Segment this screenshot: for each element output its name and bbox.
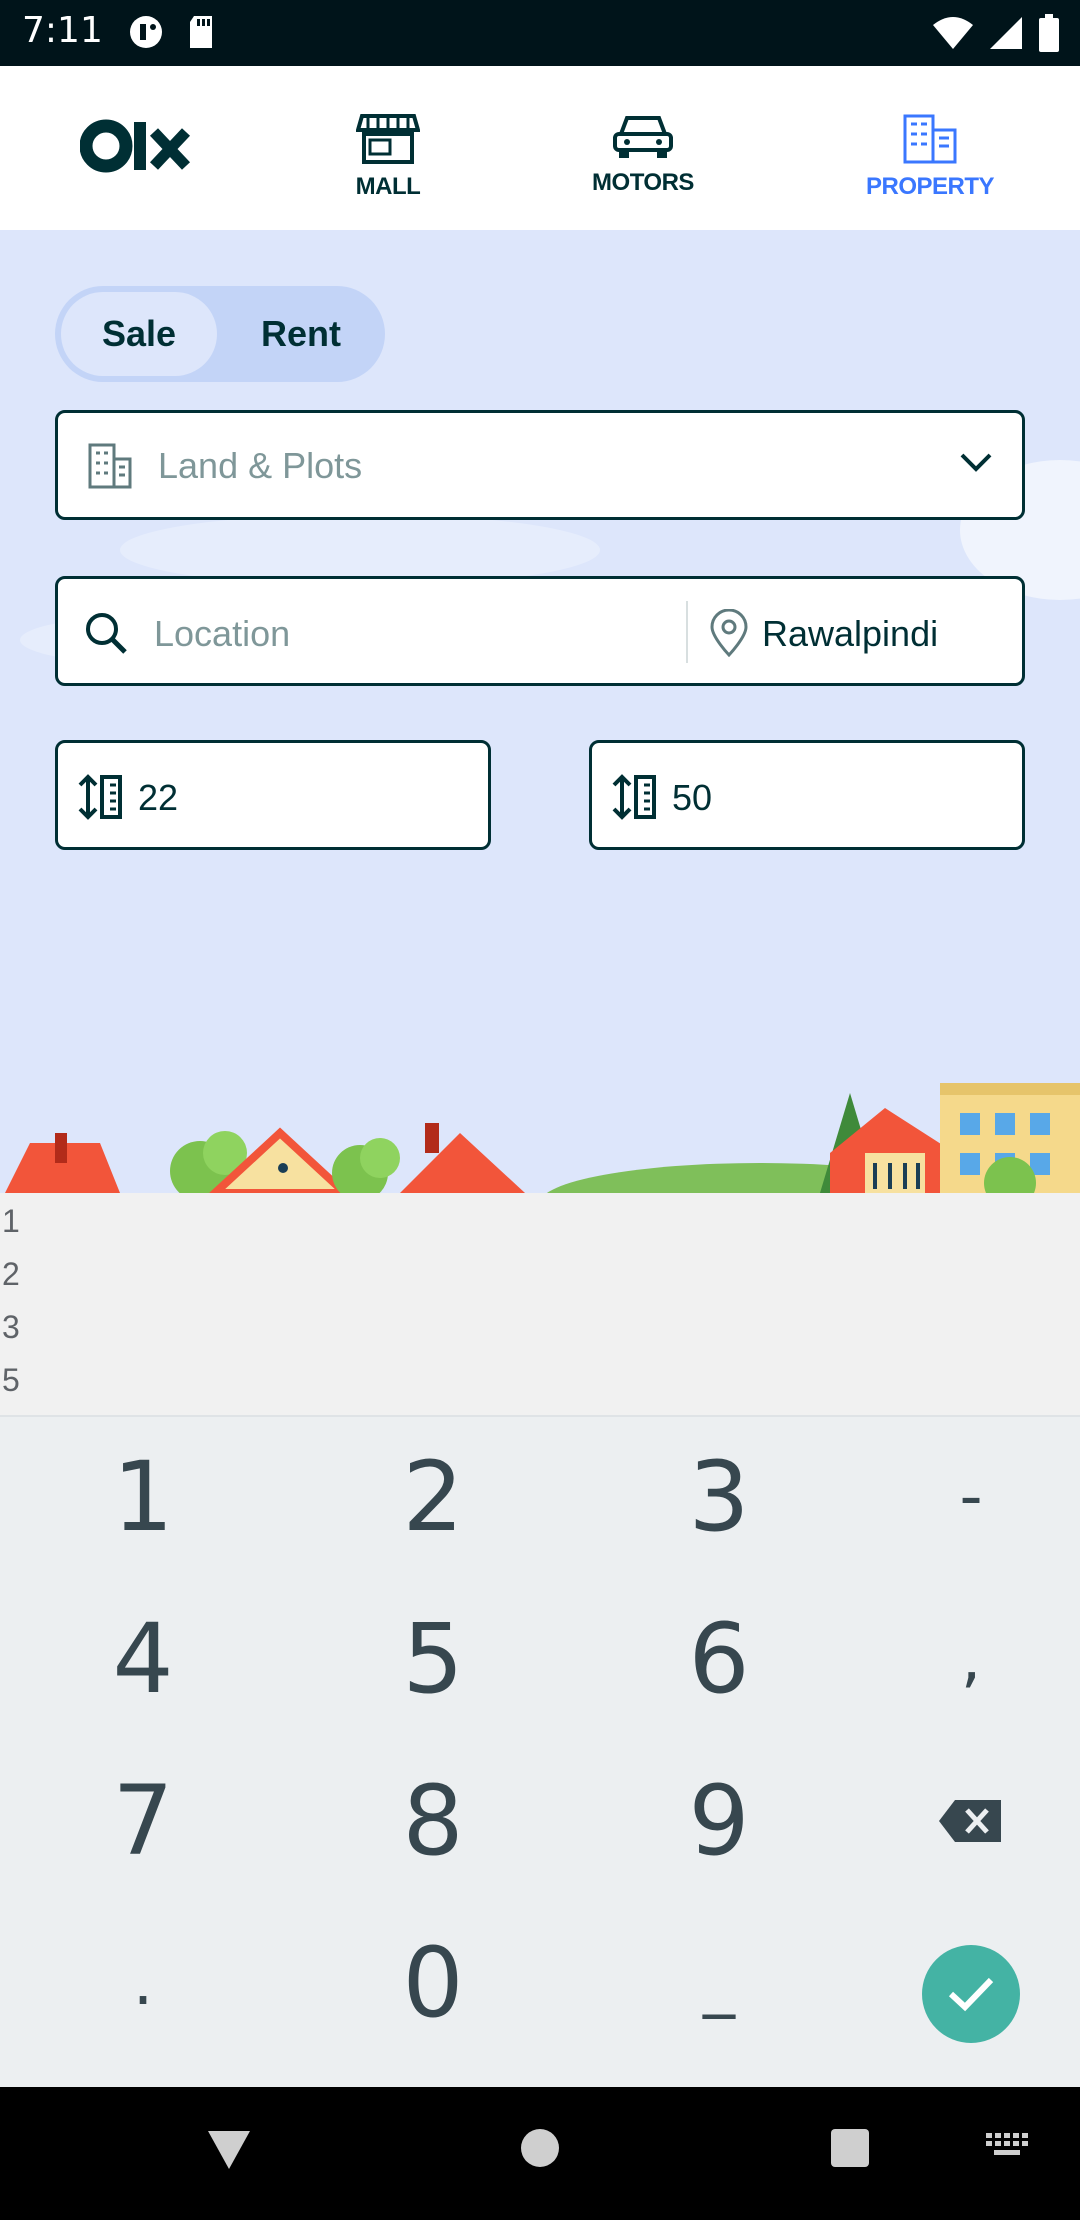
nav-label-motors: MOTORS (592, 169, 694, 196)
key-6[interactable]: 6 (584, 1579, 854, 1739)
area-range-icon (78, 774, 122, 820)
key-9[interactable]: 9 (584, 1741, 854, 1901)
system-navigation-bar (0, 2087, 1080, 2220)
car-icon (613, 116, 673, 158)
property-search-panel: Sale Rent Land & Plots Location Rawalpin… (0, 230, 1080, 1193)
done-key[interactable] (922, 1945, 1020, 2043)
nav-label-mall: MALL (355, 173, 421, 200)
suggestion-item[interactable]: 2 (2, 1256, 20, 1293)
area-range-icon (612, 774, 656, 820)
location-search-field: Location Rawalpindi (55, 576, 1025, 686)
area-max-value: 50 (672, 777, 713, 818)
key-1[interactable]: 1 (8, 1417, 278, 1577)
home-icon[interactable] (519, 2127, 561, 2169)
area-min-value: 22 (138, 777, 179, 818)
key-0[interactable]: 0 (298, 1903, 568, 2063)
chevron-down-icon (960, 453, 992, 472)
key-3[interactable]: 3 (584, 1417, 854, 1577)
category-value: Land & Plots (158, 445, 363, 486)
key-4[interactable]: 4 (8, 1579, 278, 1739)
key-comma[interactable]: , (836, 1579, 1080, 1739)
building-icon (88, 443, 132, 489)
city-selector[interactable]: Rawalpindi (762, 613, 938, 655)
status-bar: 7:11 (0, 0, 1080, 66)
key-5[interactable]: 5 (298, 1579, 568, 1739)
area-min-input[interactable]: 22 (55, 740, 491, 850)
key-8[interactable]: 8 (298, 1741, 568, 1901)
battery-icon (1039, 14, 1059, 52)
keyboard-switch-icon[interactable] (984, 2131, 1030, 2161)
category-dropdown[interactable]: Land & Plots (55, 410, 1025, 520)
sd-card-icon (190, 16, 212, 48)
purpose-toggle: Sale Rent (55, 286, 385, 382)
nav-item-property[interactable]: PROPERTY (860, 112, 1000, 201)
key-2[interactable]: 2 (298, 1417, 568, 1577)
recents-icon[interactable] (829, 2127, 871, 2169)
key-7[interactable]: 7 (8, 1741, 278, 1901)
building-icon (903, 114, 957, 164)
location-pin-icon (710, 609, 748, 657)
suggestion-item[interactable]: 3 (2, 1309, 20, 1346)
divider (686, 601, 688, 663)
key-period[interactable]: . (8, 1903, 278, 2063)
olx-logo-icon (79, 119, 191, 173)
top-navigation: MALL MOTORS PROPERTY (0, 66, 1080, 230)
number-suggestion-list: 1 2 3 5 (0, 1193, 1080, 1415)
houses-illustration (5, 1083, 1080, 1193)
suggestion-item[interactable]: 5 (2, 1362, 20, 1399)
nav-item-motors[interactable]: MOTORS (584, 112, 702, 197)
wifi-icon (933, 17, 973, 49)
location-input[interactable]: Location (154, 613, 290, 655)
key-underscore[interactable]: _ (584, 1903, 854, 2063)
tab-rent[interactable]: Rent (225, 292, 377, 376)
signal-icon (990, 17, 1022, 49)
nav-item-mall[interactable]: MALL (338, 112, 438, 201)
backspace-icon (939, 1800, 1001, 1842)
suggestion-item[interactable]: 1 (2, 1203, 20, 1240)
area-max-input[interactable]: 50 (589, 740, 1025, 850)
nav-label-property: PROPERTY (865, 173, 995, 200)
status-time: 7:11 (22, 10, 103, 51)
backspace-key[interactable] (836, 1741, 1080, 1901)
numeric-keyboard: 1 2 3 - 4 5 6 , 7 8 9 . 0 _ (0, 1415, 1080, 2089)
back-icon[interactable] (206, 2127, 252, 2171)
check-icon (948, 1977, 994, 2012)
olx-logo[interactable] (79, 118, 192, 179)
key-minus[interactable]: - (836, 1417, 1080, 1577)
search-icon (86, 613, 127, 654)
notification-icon (130, 16, 162, 48)
tab-sale[interactable]: Sale (61, 292, 217, 376)
storefront-icon (355, 114, 421, 164)
